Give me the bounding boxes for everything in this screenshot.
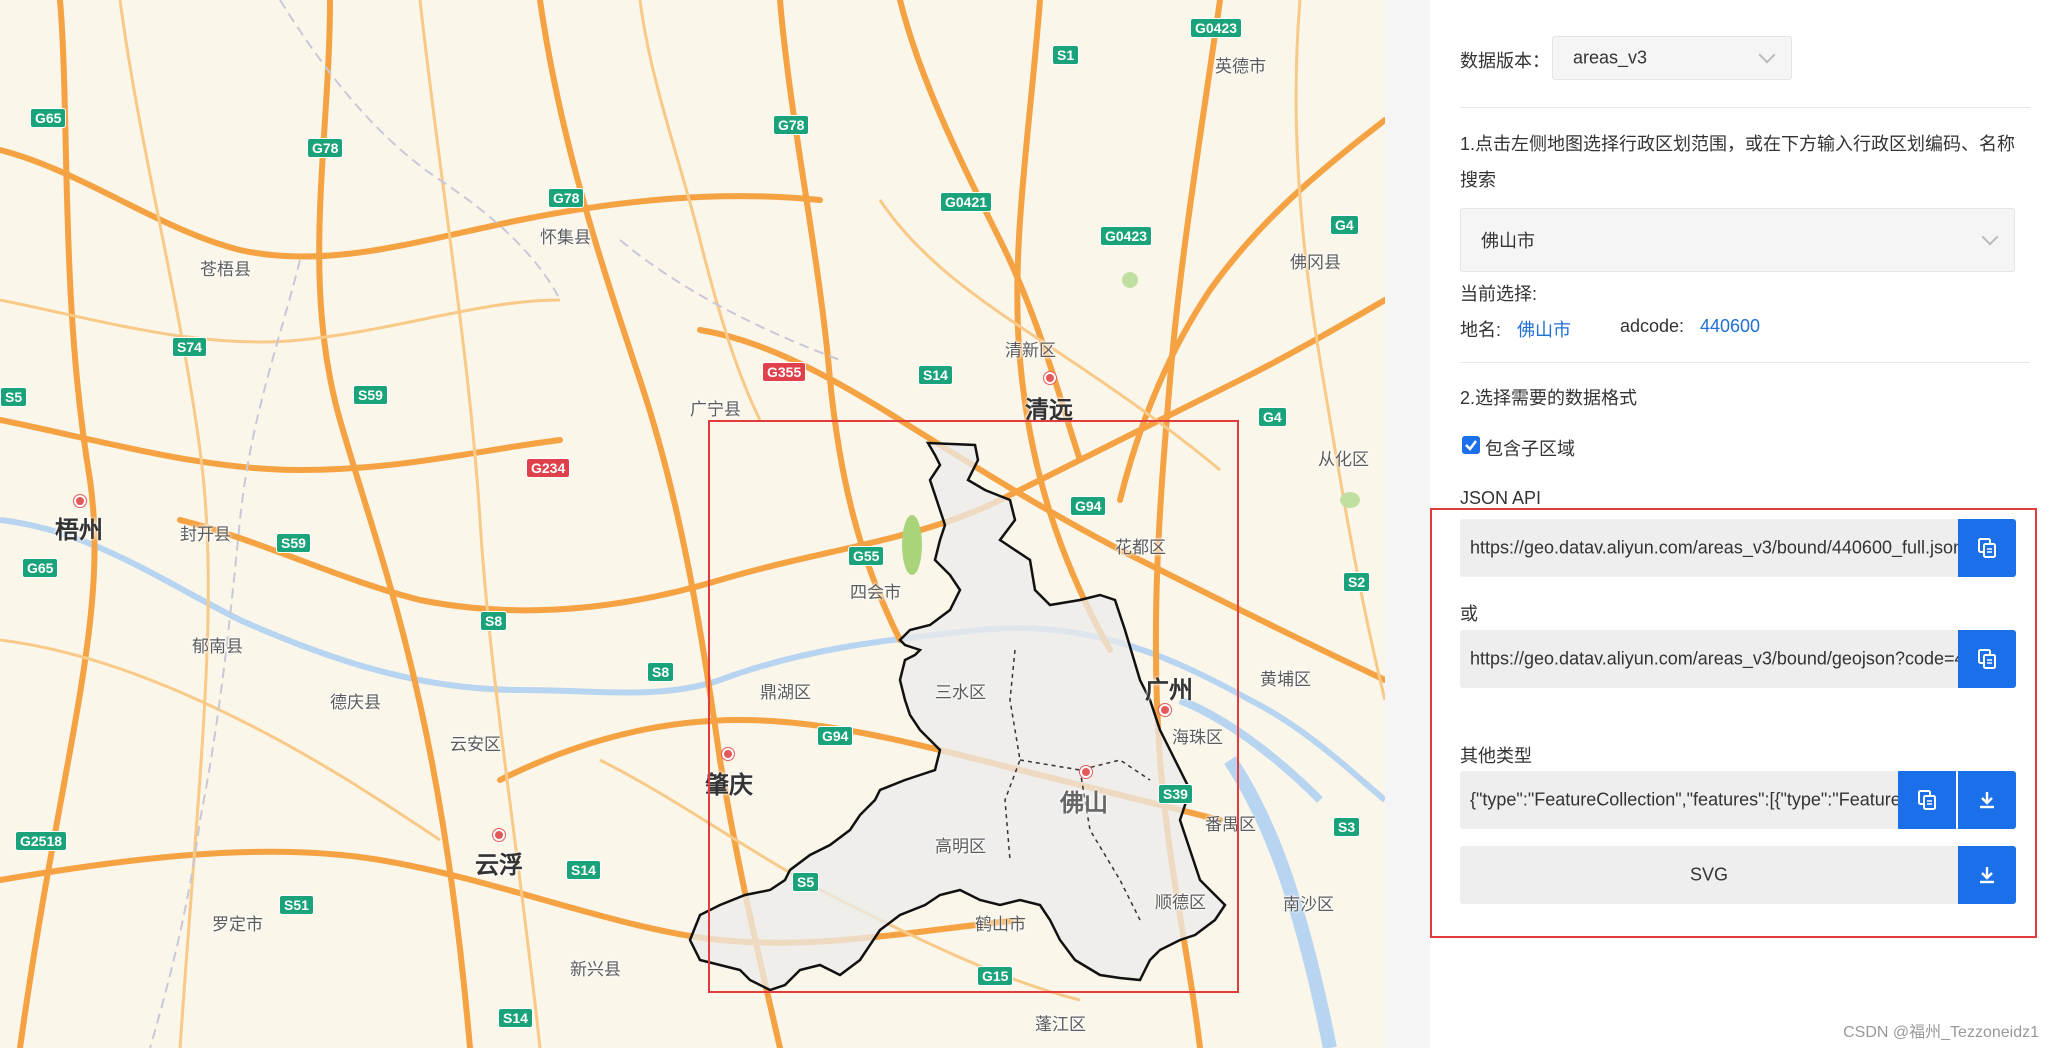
place-label: 从化区 xyxy=(1318,450,1369,469)
place-name-value: 佛山市 xyxy=(1517,320,1571,340)
download-geojson-button[interactable] xyxy=(1958,771,2016,829)
copy-url-2-button[interactable] xyxy=(1958,630,2016,688)
other-types-label: 其他类型 xyxy=(1460,746,1532,766)
road-shield: G4 xyxy=(1258,407,1287,427)
place-label: 郁南县 xyxy=(192,637,243,656)
chevron-down-icon xyxy=(1758,46,1776,64)
road-shield: G2518 xyxy=(15,831,68,851)
road-shield: S14 xyxy=(566,860,601,880)
chevron-down-icon xyxy=(1981,228,1999,246)
place-label: 广宁县 xyxy=(690,400,741,419)
selection-bounding-box xyxy=(708,420,1239,993)
place-label: 怀集县 xyxy=(540,228,591,247)
version-label: 数据版本： xyxy=(1460,51,1550,71)
place-label: 罗定市 xyxy=(212,915,263,934)
api-url-field-1[interactable]: https://geo.datav.aliyun.com/areas_v3/bo… xyxy=(1460,519,1958,577)
road-shield: S59 xyxy=(276,533,311,553)
copy-icon xyxy=(1978,538,1996,558)
map-view[interactable]: 梧州 肇庆 云浮 清远 广州 佛山 苍梧县 封开县 郁南县 德庆县 云安区 罗定… xyxy=(0,0,1385,1048)
road-shield: S14 xyxy=(498,1008,533,1028)
road-shield: S3 xyxy=(1333,817,1361,837)
place-label: 封开县 xyxy=(180,525,231,544)
copy-icon xyxy=(1978,649,1996,669)
road-shield: G65 xyxy=(30,108,67,128)
road-shield: G78 xyxy=(773,115,810,135)
adcode-label: adcode: xyxy=(1620,316,1685,336)
version-select[interactable]: areas_v3 xyxy=(1552,36,1792,80)
panel-divider xyxy=(1385,0,1430,1048)
svg-format-field[interactable]: SVG xyxy=(1460,846,1958,904)
place-label: 云浮 xyxy=(475,852,523,879)
place-label: 南沙区 xyxy=(1283,895,1334,914)
road-shield: G4 xyxy=(1330,215,1359,235)
version-select-value: areas_v3 xyxy=(1573,47,1648,68)
api-url-field-2[interactable]: https://geo.datav.aliyun.com/areas_v3/bo… xyxy=(1460,630,1958,688)
adcode-value: 440600 xyxy=(1700,316,1761,336)
city-marker xyxy=(1044,372,1056,384)
road-shield: G234 xyxy=(526,458,571,478)
road-shield: S2 xyxy=(1343,572,1371,592)
geojson-preview-text: {"type":"FeatureCollection","features":[… xyxy=(1470,789,1898,810)
current-selection-label: 当前选择: xyxy=(1460,284,1538,304)
road-shield: S8 xyxy=(480,611,508,631)
place-label: 蓬江区 xyxy=(1035,1015,1086,1034)
road-shield: G0423 xyxy=(1190,18,1243,38)
road-shield: S14 xyxy=(918,365,953,385)
geojson-preview-field[interactable]: {"type":"FeatureCollection","features":[… xyxy=(1460,771,1898,829)
divider-line xyxy=(1460,362,2030,363)
json-api-label: JSON API xyxy=(1460,488,1542,508)
copy-geojson-button[interactable] xyxy=(1898,771,1956,829)
download-icon xyxy=(1980,792,1994,809)
road-shield: S74 xyxy=(172,337,207,357)
include-children-label[interactable]: 包含子区域 xyxy=(1485,435,1575,461)
road-shield: G0421 xyxy=(940,192,993,212)
watermark: CSDN @福州_Tezzoneidz1 xyxy=(1843,1024,2039,1041)
road-shield: S51 xyxy=(279,895,314,915)
copy-icon xyxy=(1918,790,1936,810)
check-icon xyxy=(1465,440,1477,451)
place-label: 苍梧县 xyxy=(200,260,251,279)
place-label: 新兴县 xyxy=(570,960,621,979)
download-svg-button[interactable] xyxy=(1958,846,2016,904)
include-children-checkbox[interactable] xyxy=(1462,436,1480,454)
api-url-1-text: https://geo.datav.aliyun.com/areas_v3/bo… xyxy=(1470,537,1958,558)
city-marker xyxy=(74,495,86,507)
place-label: 清新区 xyxy=(1005,341,1056,360)
copy-url-1-button[interactable] xyxy=(1958,519,2016,577)
road-shield: G355 xyxy=(762,362,807,382)
step1-instructions: 1.点击左侧地图选择行政区划范围，或在下方输入行政区划编码、名称搜索 xyxy=(1460,134,2016,190)
divider-line xyxy=(1460,107,2030,108)
svg-label: SVG xyxy=(1689,864,1728,885)
city-marker xyxy=(493,829,505,841)
road-shield: S59 xyxy=(353,385,388,405)
place-label: 佛冈县 xyxy=(1290,253,1341,272)
place-name-label: 地名: xyxy=(1460,320,1502,340)
download-icon xyxy=(1980,867,1994,884)
place-label: 云安区 xyxy=(450,735,501,754)
place-label: 梧州 xyxy=(55,517,103,544)
road-shield: G78 xyxy=(548,188,585,208)
api-url-2-text: https://geo.datav.aliyun.com/areas_v3/bo… xyxy=(1470,648,1958,669)
road-shield: G78 xyxy=(307,138,344,158)
place-label: 黄埔区 xyxy=(1260,670,1311,689)
or-label: 或 xyxy=(1460,604,1478,624)
step2-instructions: 2.选择需要的数据格式 xyxy=(1460,388,1638,408)
road-shield: S8 xyxy=(647,662,675,682)
region-search-select[interactable]: 佛山市 xyxy=(1460,208,2015,272)
place-label: 德庆县 xyxy=(330,693,381,712)
road-shield: G65 xyxy=(22,558,59,578)
road-shield: S1 xyxy=(1052,45,1080,65)
place-label: 英德市 xyxy=(1215,57,1266,76)
road-shield: S5 xyxy=(0,387,28,407)
road-shield: G0423 xyxy=(1100,226,1153,246)
region-search-value: 佛山市 xyxy=(1481,231,1535,251)
